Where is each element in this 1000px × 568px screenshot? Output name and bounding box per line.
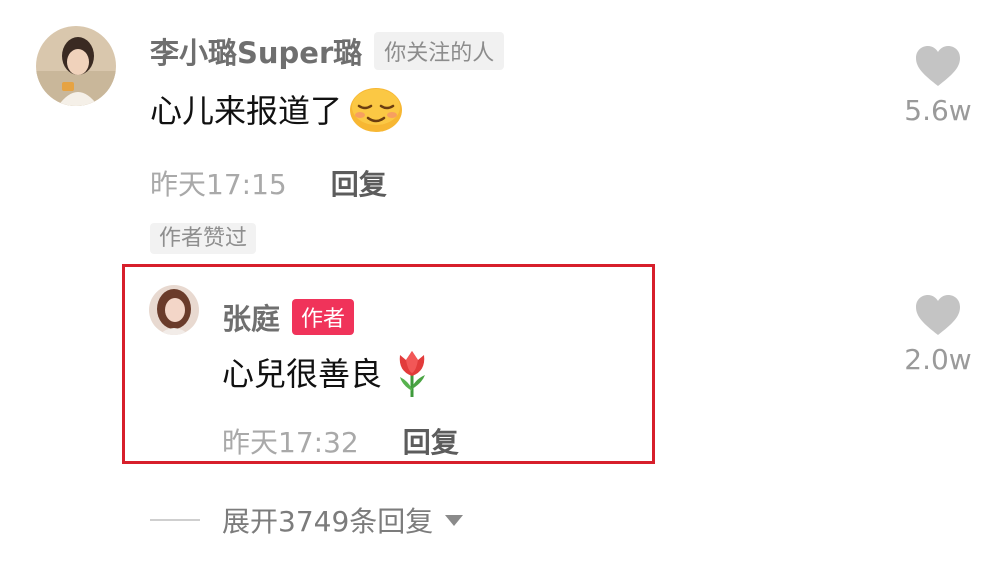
author-username[interactable]: 张庭 [222,296,280,338]
expand-divider-line [150,519,200,521]
reply-text: 心兒很善良 [222,355,383,393]
commenter-avatar[interactable] [36,26,116,106]
comment-text: 心儿来报道了 [150,92,343,130]
commenter-username[interactable]: 李小璐Super璐 [150,30,362,72]
relieved-face-emoji-icon [348,84,404,134]
author-liked-badge: 作者赞过 [150,223,257,254]
reply-like-group: 2.0w [893,293,983,376]
author-tag: 作者 [292,299,355,335]
comment-like-count: 5.6w [904,94,972,127]
reply-reply-button[interactable]: 回复 [403,421,459,461]
reply-timestamp: 昨天17:32 [222,426,359,459]
author-avatar[interactable] [149,285,199,335]
expand-replies-label: 展开3749条回复 [222,505,434,538]
comment-timestamp: 昨天17:15 [150,168,287,201]
reply-heart-icon[interactable] [914,293,962,337]
comment-reply-button[interactable]: 回复 [331,163,387,203]
comment-heart-icon[interactable] [914,44,962,88]
reply-body: 心兒很善良 [222,345,432,399]
expand-replies-button[interactable]: 展开3749条回复 [150,500,464,540]
tulip-emoji-icon [392,345,432,399]
comment-body: 心儿来报道了 [150,84,404,134]
following-tag: 你关注的人 [374,32,505,70]
reply-like-count: 2.0w [904,343,972,376]
chevron-down-icon [445,514,464,526]
comment-like-group: 5.6w [893,44,983,127]
